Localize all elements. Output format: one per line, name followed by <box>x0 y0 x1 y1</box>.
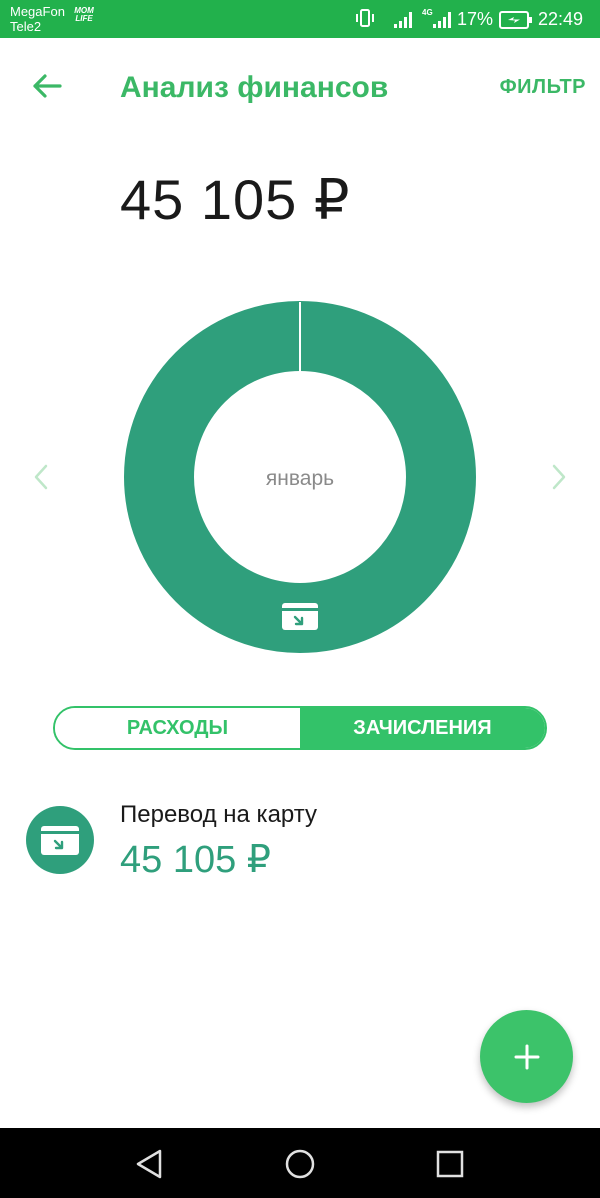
carrier-2: Tele2 <box>10 19 42 34</box>
nav-recents-button[interactable] <box>432 1146 468 1182</box>
carrier-1: MegaFon <box>10 4 65 19</box>
mom-life-app-icon: MOM LIFE <box>72 7 96 23</box>
next-month-button[interactable] <box>546 458 572 496</box>
carrier-names: MegaFon Tele2 <box>10 4 65 34</box>
chevron-left-icon <box>34 464 48 490</box>
tab-expenses[interactable]: РАСХОДЫ <box>55 708 300 748</box>
triangle-back-icon <box>136 1149 162 1179</box>
tab-income[interactable]: ЗАЧИСЛЕНИЯ <box>300 708 545 748</box>
month-label: январь <box>265 467 335 490</box>
signal-icon <box>433 12 451 28</box>
system-nav-bar <box>0 1128 600 1198</box>
nav-home-button[interactable] <box>282 1146 318 1182</box>
type-toggle: РАСХОДЫ ЗАЧИСЛЕНИЯ <box>53 706 547 750</box>
page-title: Анализ финансов <box>120 71 389 104</box>
back-button[interactable] <box>22 66 72 106</box>
battery-percent: 17% <box>457 9 494 29</box>
vibrate-icon <box>356 9 374 27</box>
chevron-right-icon <box>552 464 566 490</box>
total-amount: 45 105 ₽ <box>120 168 351 231</box>
filter-button[interactable]: ФИЛЬТР <box>500 74 586 100</box>
item-title: Перевод на карту <box>120 801 317 828</box>
circle-home-icon <box>285 1149 315 1179</box>
item-amount: 45 105 ₽ <box>120 839 271 881</box>
battery-charging-icon <box>499 11 532 29</box>
card-transfer-icon <box>282 603 318 630</box>
clock: 22:49 <box>538 9 584 29</box>
list-item[interactable]: Перевод на карту 45 105 ₽ <box>0 790 600 890</box>
arrow-left-icon <box>33 74 62 98</box>
app-badge-line2: LIFE <box>75 14 93 23</box>
signal-icon <box>394 12 412 28</box>
plus-icon <box>514 1044 539 1069</box>
card-transfer-icon <box>41 825 79 855</box>
item-avatar <box>26 806 94 874</box>
square-recents-icon <box>436 1150 464 1178</box>
previous-month-button[interactable] <box>28 458 54 496</box>
nav-back-button[interactable] <box>132 1146 168 1182</box>
status-bar: MegaFon Tele2 MOM LIFE 4G 17% 22:49 <box>0 0 600 38</box>
add-button[interactable] <box>480 1010 573 1103</box>
